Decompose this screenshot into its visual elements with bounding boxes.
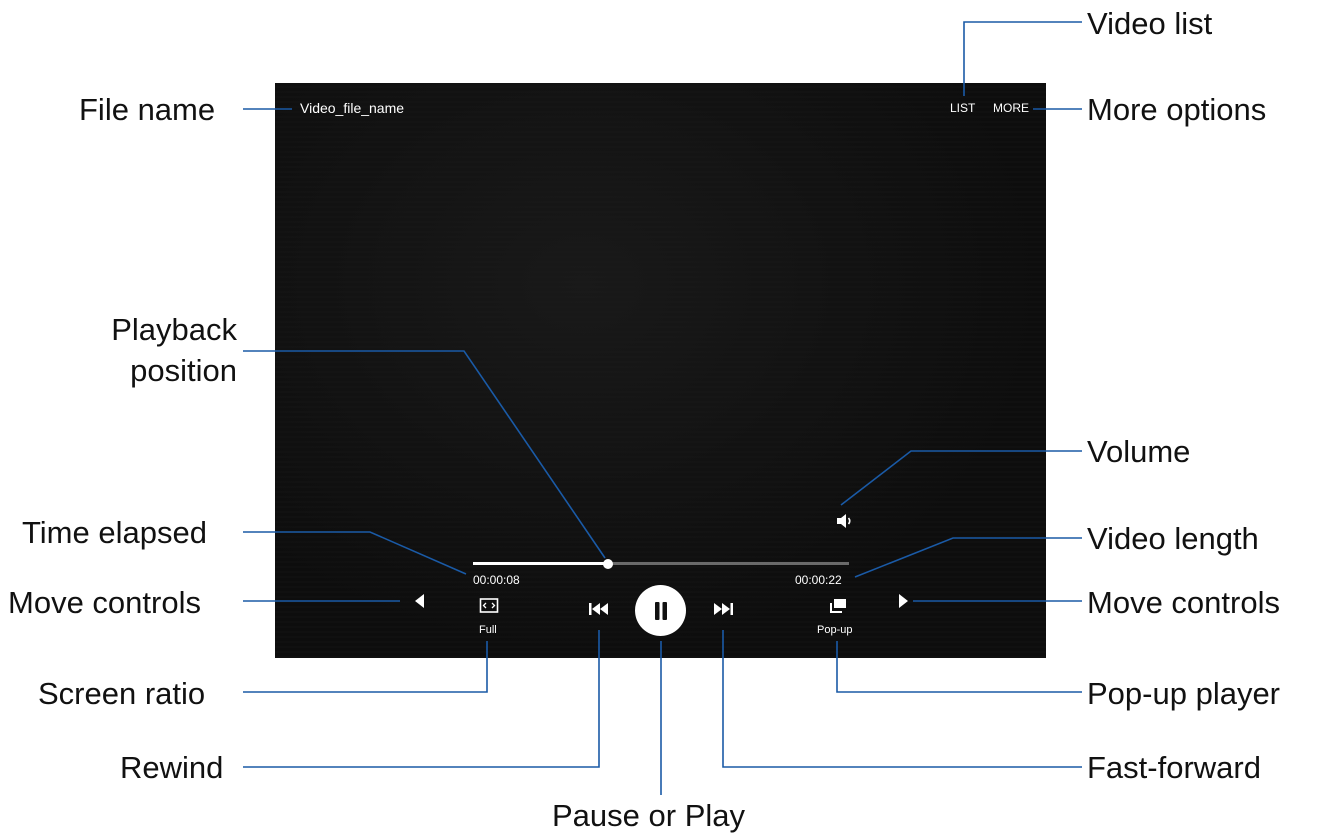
video-player-screen[interactable] [275, 83, 1046, 658]
move-controls-right-icon[interactable] [896, 593, 910, 609]
callout-video-length: Video length [1087, 521, 1259, 556]
popup-player-icon [830, 599, 846, 613]
fast-forward-button[interactable] [712, 602, 734, 616]
rewind-button[interactable] [588, 602, 610, 616]
pause-icon [654, 601, 667, 620]
file-name-title: Video_file_name [300, 100, 405, 116]
callout-move-controls-left: Move controls [8, 585, 201, 620]
callout-fast-forward: Fast-forward [1087, 750, 1261, 785]
callout-time-elapsed: Time elapsed [22, 515, 207, 550]
popup-player-label: Pop-up [817, 624, 853, 636]
callout-more-options: More options [1087, 92, 1267, 127]
pause-play-button[interactable] [635, 585, 686, 636]
time-elapsed: 00:00:08 [473, 573, 520, 587]
screen-ratio-button[interactable] [479, 597, 499, 615]
volume-icon[interactable] [834, 510, 856, 532]
screen-ratio-label: Full [479, 624, 497, 636]
callout-video-list: Video list [1087, 6, 1213, 41]
callout-screen-ratio: Screen ratio [38, 676, 206, 711]
callout-popup-player: Pop-up player [1087, 676, 1281, 711]
seek-bar-progress [473, 562, 609, 565]
seek-bar[interactable] [473, 558, 849, 569]
popup-player-button[interactable] [828, 597, 848, 615]
playback-position-handle[interactable] [603, 558, 614, 569]
more-button[interactable]: MORE [993, 102, 1029, 114]
video-length: 00:00:22 [795, 573, 842, 587]
list-button[interactable]: LIST [950, 102, 975, 114]
callout-file-name: File name [79, 92, 216, 127]
callout-playback-position-line2: position [130, 353, 237, 388]
callout-pause-or-play: Pause or Play [552, 798, 745, 833]
callout-move-controls-right: Move controls [1087, 585, 1280, 620]
callout-rewind: Rewind [120, 750, 224, 785]
fast-forward-icon [714, 603, 733, 615]
rewind-icon [589, 603, 608, 615]
callout-volume: Volume [1087, 434, 1191, 469]
move-controls-left-icon[interactable] [413, 593, 427, 609]
callout-playback-position-line1: Playback [111, 312, 237, 347]
screen-ratio-icon [479, 598, 499, 613]
